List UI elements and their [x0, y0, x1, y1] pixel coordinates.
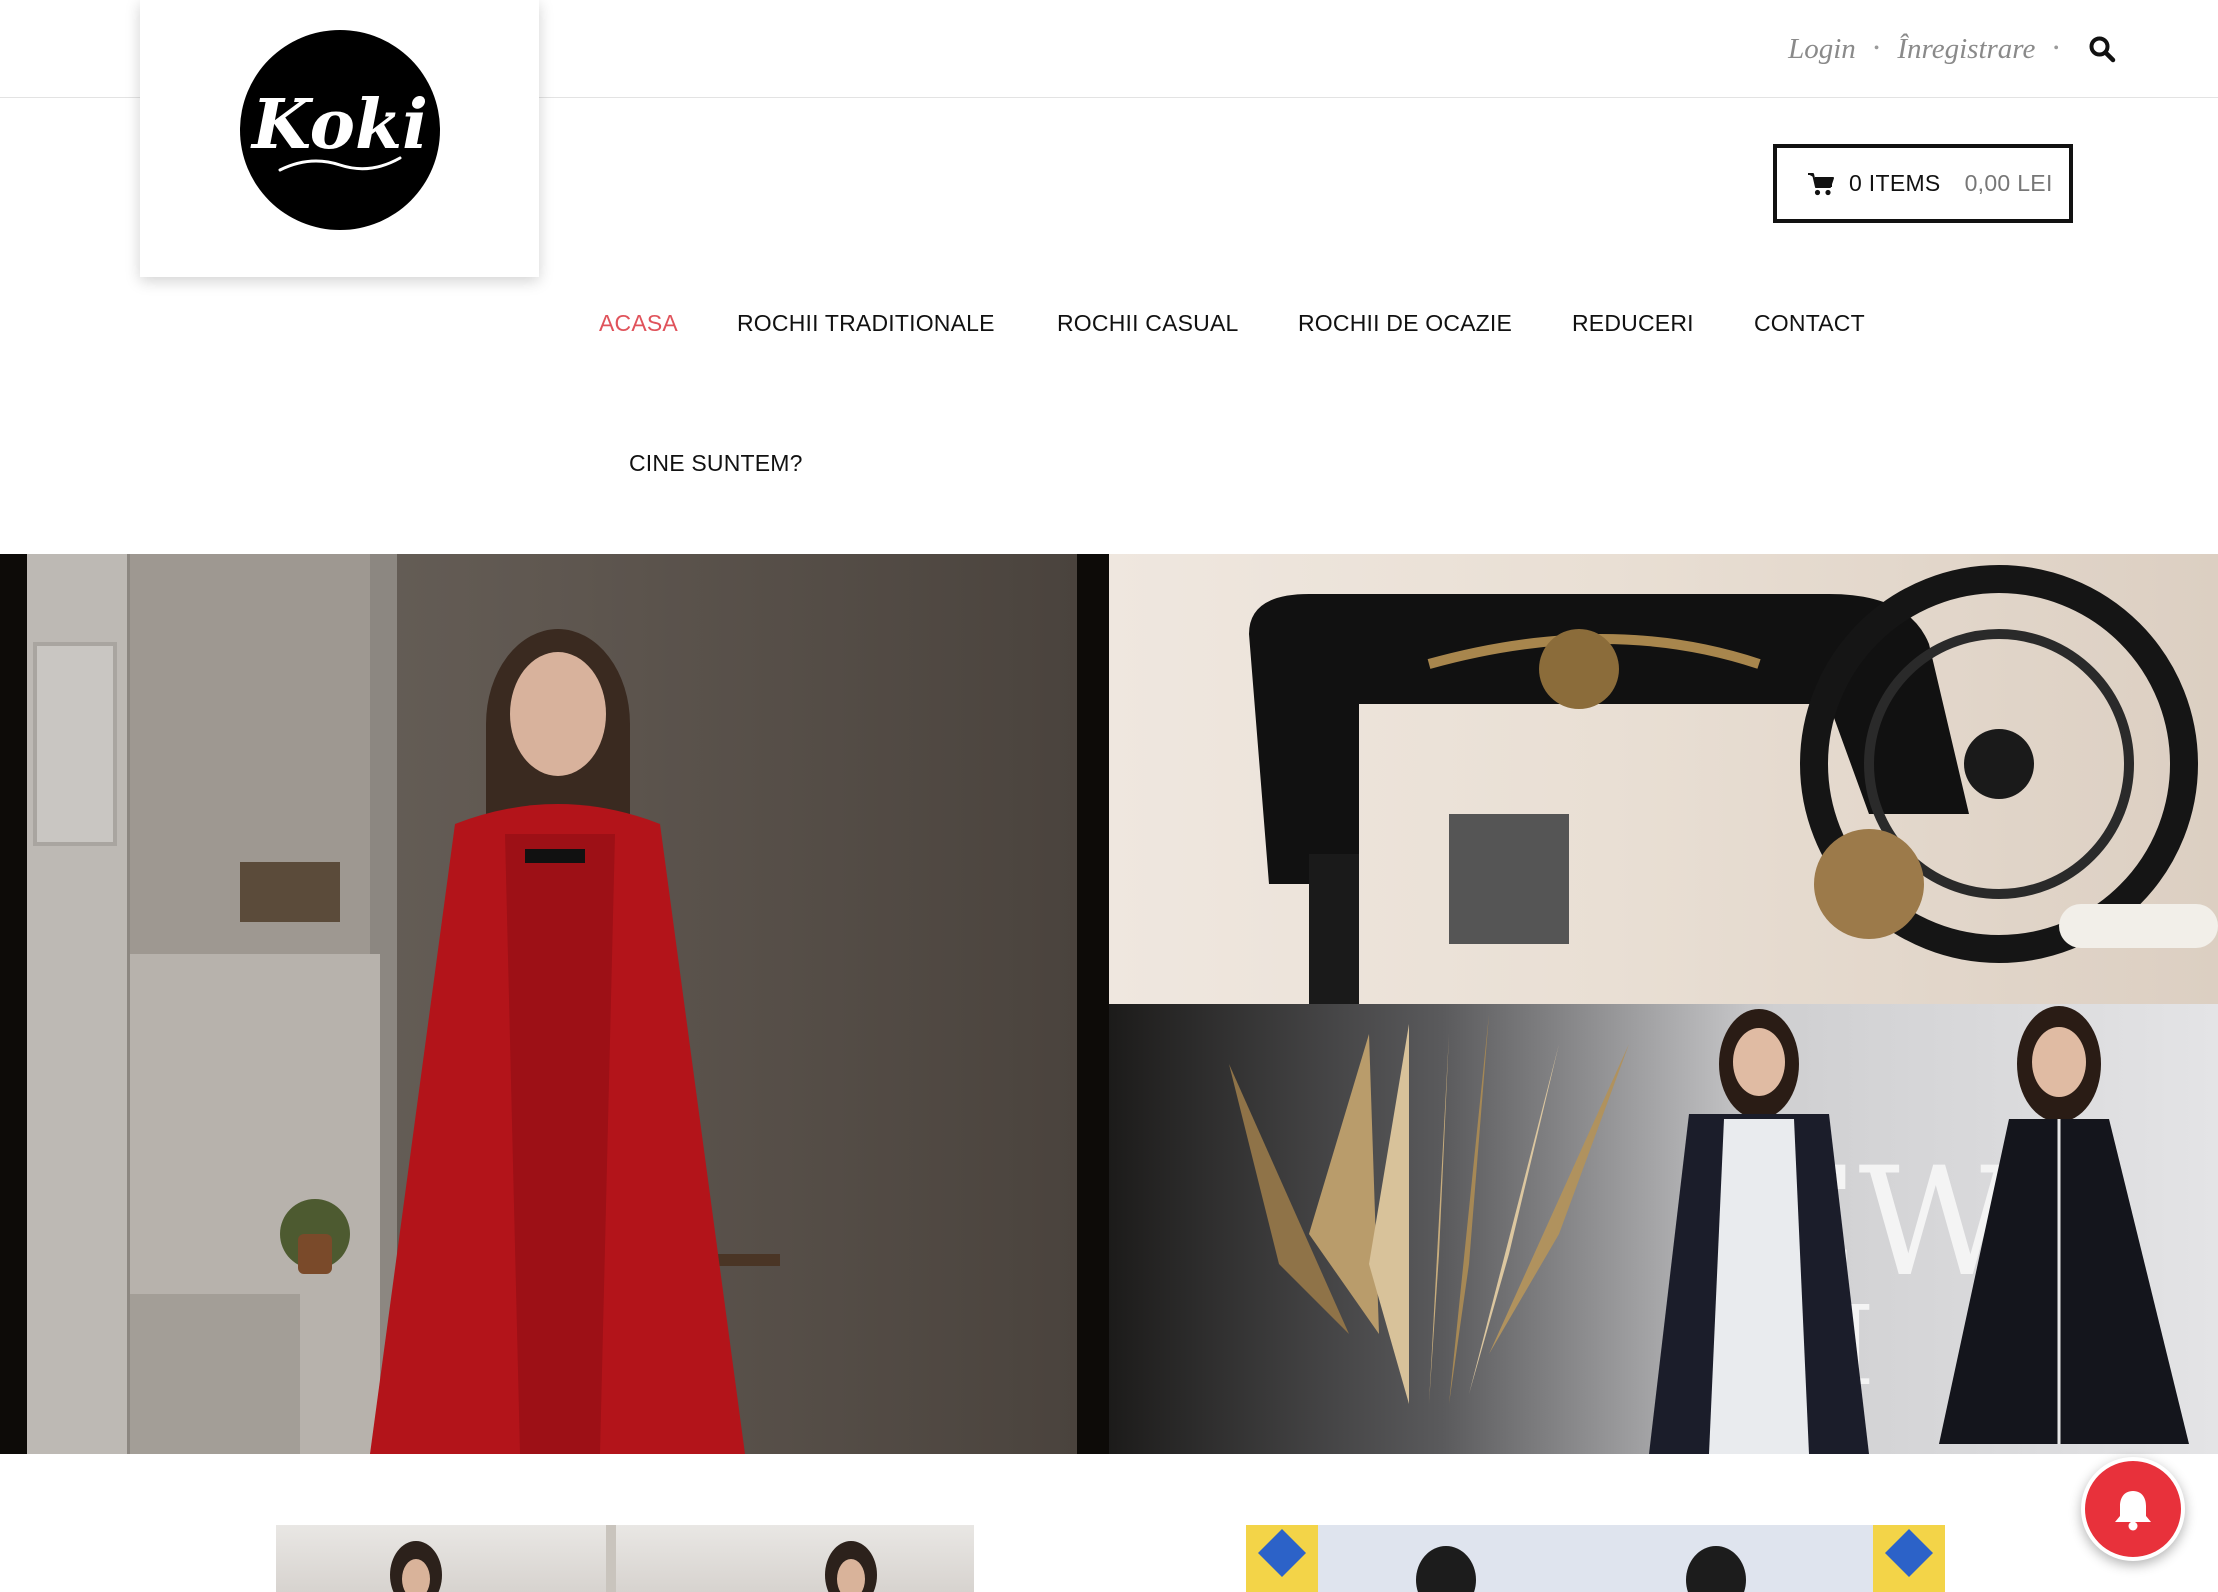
- register-link[interactable]: Înregistrare: [1897, 33, 2035, 66]
- search-icon: [2089, 36, 2116, 63]
- svg-text:Koki: Koki: [250, 85, 428, 165]
- login-link[interactable]: Login: [1788, 33, 1856, 66]
- bell-icon: [2115, 1491, 2151, 1531]
- hero-image-new-collection[interactable]: EW RI: [1109, 1004, 2218, 1454]
- account-links: Login • Înregistrare •: [1788, 24, 2123, 74]
- featured-image-right[interactable]: [1246, 1525, 1945, 1592]
- nav-item-reduceri[interactable]: REDUCERI: [1572, 310, 1694, 337]
- logo[interactable]: Koki: [240, 30, 440, 230]
- logo-card[interactable]: Koki: [140, 0, 539, 277]
- nav-item-contact[interactable]: CONTACT: [1754, 310, 1865, 337]
- cart-items-count: 0 ITEMS: [1849, 170, 1941, 196]
- notification-bell-button[interactable]: [2081, 1457, 2185, 1561]
- separator: •: [1873, 40, 1880, 57]
- sewing-machine-photo: [1249, 565, 2218, 1004]
- featured-models-photo: [390, 1525, 877, 1592]
- featured-image-left[interactable]: [276, 1525, 974, 1592]
- nav-item-rochii-de-ocazie[interactable]: ROCHII DE OCAZIE: [1298, 310, 1512, 337]
- nav-item-cine-suntem[interactable]: CINE SUNTEM?: [629, 450, 803, 477]
- featured-traditional-photo: [1246, 1525, 1945, 1592]
- cart-button[interactable]: 0 ITEMS 0,00 LEI: [1773, 144, 2073, 223]
- cart-icon: [1808, 172, 1834, 195]
- nav-item-rochii-casual[interactable]: ROCHII CASUAL: [1057, 310, 1239, 337]
- red-dress-photo: [27, 554, 1109, 1454]
- separator: •: [2053, 40, 2059, 57]
- hero-image-red-dress[interactable]: [0, 554, 1109, 1454]
- nav-item-rochii-traditionale[interactable]: ROCHII TRADITIONALE: [737, 310, 995, 337]
- hero-banner-grid: EW RI: [0, 554, 2218, 1454]
- search-button[interactable]: [2081, 28, 2123, 70]
- hero-image-sewing-machine[interactable]: [1109, 554, 2218, 1004]
- logo-wordmark: Koki: [250, 85, 428, 172]
- nav-item-acasa[interactable]: ACASA: [599, 310, 678, 337]
- new-collection-photo: EW RI: [1229, 1006, 2189, 1454]
- featured-section: [0, 1454, 2218, 1592]
- cart-total: 0,00 LEI: [1964, 170, 2053, 196]
